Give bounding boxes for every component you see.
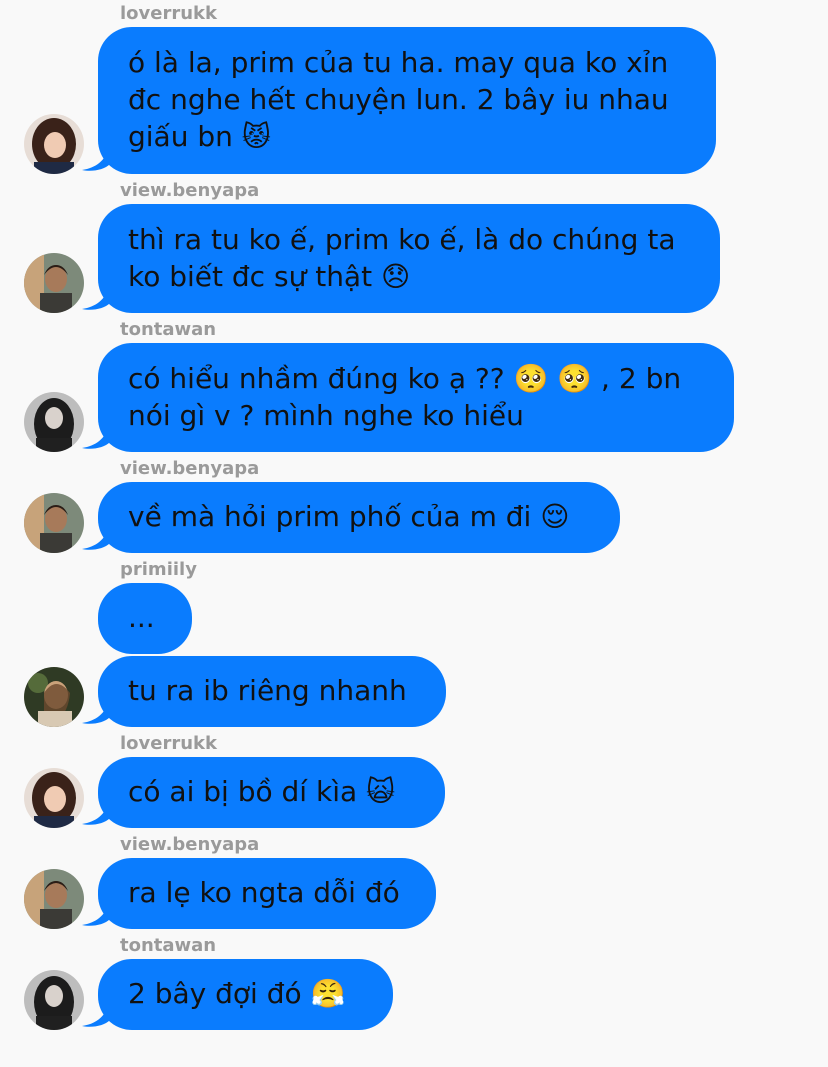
pouting-cat-emoji: 😾 bbox=[241, 120, 271, 153]
message-bubble[interactable]: ó là la, prim của tu ha. may qua ko xỉn … bbox=[98, 27, 716, 174]
message-bubble[interactable]: tu ra ib riêng nhanh bbox=[98, 656, 446, 727]
bubble-tail bbox=[82, 148, 110, 171]
sender-name: tontawan bbox=[120, 319, 217, 340]
bubble-tail bbox=[82, 287, 110, 310]
message-text: về mà hỏi prim phố của m đi bbox=[128, 500, 532, 533]
avatar-benyapa[interactable] bbox=[24, 493, 84, 553]
message-bubble[interactable]: có hiểu nhầm đúng ko ạ ?? 🥺 🥺 , 2 bn nói… bbox=[98, 343, 734, 452]
message-text: có ai bị bồ dí kìa bbox=[128, 775, 358, 808]
message-text: có hiểu nhầm đúng ko ạ ?? 🥺 🥺 , 2 bn nói… bbox=[128, 362, 682, 432]
message-text: tu ra ib riêng nhanh bbox=[128, 674, 407, 707]
bubble-tail bbox=[82, 701, 110, 724]
message-text: ... bbox=[128, 601, 155, 634]
sender-name: view.benyapa bbox=[120, 458, 260, 479]
avatar-primiily[interactable] bbox=[24, 667, 84, 727]
sender-name: primiily bbox=[120, 559, 197, 580]
bubble-tail bbox=[82, 802, 110, 825]
message-bubble[interactable]: ra lẹ ko ngta dỗi đó bbox=[98, 858, 436, 929]
avatar-benyapa[interactable] bbox=[24, 253, 84, 313]
avatar-benyapa[interactable] bbox=[24, 869, 84, 929]
message-bubble[interactable]: ... bbox=[98, 583, 192, 654]
relieved-face-emoji: 😌 bbox=[540, 500, 570, 533]
message-text: ó là la, prim của tu ha. may qua ko xỉn … bbox=[128, 46, 669, 153]
message-bubble[interactable]: có ai bị bồ dí kìa 🙀 bbox=[98, 757, 445, 828]
sender-name: view.benyapa bbox=[120, 180, 260, 201]
message-bubble[interactable]: về mà hỏi prim phố của m đi 😌 bbox=[98, 482, 620, 553]
huffing-face-emoji: 😤 bbox=[310, 977, 346, 1010]
sender-name: tontawan bbox=[120, 935, 217, 956]
avatar-tontawan[interactable] bbox=[24, 392, 84, 452]
sender-name: loverrukk bbox=[120, 3, 217, 24]
message-bubble[interactable]: thì ra tu ko ế, prim ko ế, là do chúng t… bbox=[98, 204, 720, 313]
weary-cat-emoji: 🙀 bbox=[366, 775, 396, 808]
avatar-loverrukk[interactable] bbox=[24, 114, 84, 174]
message-bubble[interactable]: 2 bây đợi đó 😤 bbox=[98, 959, 393, 1030]
bubble-tail bbox=[82, 527, 110, 550]
avatar-loverrukk[interactable] bbox=[24, 768, 84, 828]
message-text: ra lẹ ko ngta dỗi đó bbox=[128, 876, 400, 909]
chat-thread: loverrukk ó là la, prim của tu ha. may q… bbox=[0, 0, 828, 1067]
avatar-tontawan[interactable] bbox=[24, 970, 84, 1030]
bubble-tail bbox=[82, 426, 110, 449]
bubble-tail bbox=[82, 1004, 110, 1027]
message-text: 2 bây đợi đó bbox=[128, 977, 302, 1010]
bubble-tail bbox=[82, 903, 110, 926]
sender-name: view.benyapa bbox=[120, 834, 260, 855]
sender-name: loverrukk bbox=[120, 733, 217, 754]
disappointed-face-emoji: 😞 bbox=[380, 260, 411, 293]
